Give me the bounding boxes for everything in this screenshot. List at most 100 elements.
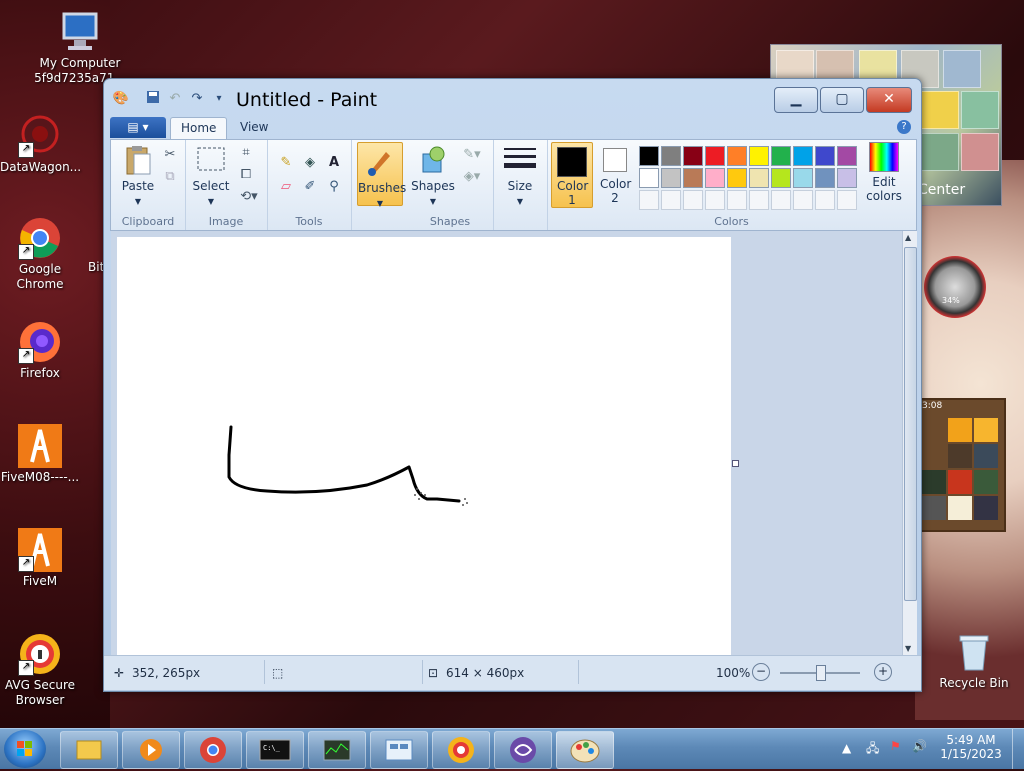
title-bar[interactable]: 🎨 ↶ ↷ ▾ Untitled - Paint ▁ ▢ ✕: [104, 79, 921, 121]
customize-qat-icon[interactable]: ▾: [210, 90, 228, 108]
palette-swatch[interactable]: [837, 146, 857, 166]
palette-swatch[interactable]: [793, 168, 813, 188]
palette-swatch[interactable]: [749, 168, 769, 188]
rotate-icon[interactable]: ⟲▾: [237, 188, 261, 206]
custom-color-slot[interactable]: [661, 190, 681, 210]
palette-swatch[interactable]: [837, 168, 857, 188]
action-center-icon[interactable]: ⚑: [890, 739, 901, 753]
desktop-icon-fivem08[interactable]: FiveM08----...: [0, 424, 80, 485]
start-button[interactable]: [4, 730, 46, 768]
select-button[interactable]: Select ▼: [191, 144, 231, 209]
color2-button[interactable]: Color 2: [595, 142, 635, 205]
palette-swatch[interactable]: [661, 168, 681, 188]
palette-swatch[interactable]: [705, 168, 725, 188]
palette-swatch[interactable]: [749, 146, 769, 166]
taskbar-media-player[interactable]: [122, 731, 180, 769]
palette-swatch[interactable]: [815, 146, 835, 166]
palette-swatch[interactable]: [683, 168, 703, 188]
cpu-meter-gadget[interactable]: [924, 256, 986, 318]
show-hidden-icons[interactable]: ▲: [842, 741, 851, 755]
custom-color-slot[interactable]: [727, 190, 747, 210]
palette-swatch[interactable]: [727, 168, 747, 188]
edit-colors-button[interactable]: Edit colors: [859, 142, 909, 203]
zoom-in-button[interactable]: +: [874, 663, 892, 681]
palette-swatch[interactable]: [815, 168, 835, 188]
desktop-icon-firefox[interactable]: ↗ Firefox: [0, 320, 80, 381]
close-button[interactable]: ✕: [866, 87, 912, 113]
custom-color-slot[interactable]: [815, 190, 835, 210]
vertical-scrollbar[interactable]: ▲ ▼: [902, 231, 917, 655]
custom-color-slot[interactable]: [705, 190, 725, 210]
scroll-down-icon[interactable]: ▼: [905, 644, 911, 653]
desktop-icon-recycle-bin[interactable]: Recycle Bin: [934, 630, 1014, 691]
copy-icon[interactable]: ⧉: [161, 168, 179, 186]
shapes-button[interactable]: Shapes ▼: [411, 144, 455, 209]
taskbar-paint[interactable]: [556, 731, 614, 769]
desktop-icon-chrome[interactable]: ↗ Google Chrome: [0, 216, 80, 292]
palette-swatch[interactable]: [771, 146, 791, 166]
magnifier-icon[interactable]: ⚲: [325, 178, 343, 196]
outline-icon[interactable]: ✎▾: [459, 146, 485, 164]
redo-icon[interactable]: ↷: [188, 90, 206, 108]
crop-icon[interactable]: ⌗: [237, 144, 255, 162]
canvas-resize-handle[interactable]: [732, 460, 739, 467]
desktop-icon-datawagon[interactable]: ↗ DataWagon...: [0, 114, 81, 175]
volume-icon[interactable]: 🔊: [912, 739, 927, 753]
brushes-button[interactable]: Brushes ▼: [357, 142, 406, 208]
resize-icon[interactable]: ⧠: [237, 166, 255, 184]
network-icon[interactable]: 🖧: [866, 739, 879, 760]
palette-swatch[interactable]: [683, 146, 703, 166]
color-picker-icon[interactable]: ✐: [301, 178, 319, 196]
taskbar-control-panel[interactable]: [370, 731, 428, 769]
palette-swatch[interactable]: [639, 168, 659, 188]
zoom-out-button[interactable]: −: [752, 663, 770, 681]
eraser-icon[interactable]: ▱: [277, 178, 295, 196]
paint-app-icon[interactable]: 🎨: [112, 90, 130, 108]
desktop-icon-avg-browser[interactable]: ↗ AVG Secure Browser: [0, 632, 80, 708]
help-icon[interactable]: ?: [897, 120, 911, 134]
taskbar-torrent[interactable]: [494, 731, 552, 769]
zoom-slider-thumb[interactable]: [816, 665, 826, 681]
scrollbar-thumb[interactable]: [904, 247, 917, 601]
fill-shape-icon[interactable]: ◈▾: [459, 168, 485, 186]
cut-icon[interactable]: ✂: [161, 146, 179, 164]
save-icon[interactable]: [144, 90, 162, 108]
show-desktop-button[interactable]: [1012, 729, 1024, 769]
custom-color-slot[interactable]: [837, 190, 857, 210]
desktop-icon-fivem[interactable]: ↗ FiveM: [0, 528, 80, 589]
taskbar-chrome[interactable]: [184, 731, 242, 769]
scroll-up-icon[interactable]: ▲: [905, 233, 911, 242]
file-menu-button[interactable]: ▤ ▾: [110, 117, 166, 138]
palette-swatch[interactable]: [771, 168, 791, 188]
tab-home[interactable]: Home: [170, 117, 228, 139]
custom-color-slot[interactable]: [771, 190, 791, 210]
tab-view[interactable]: View: [230, 117, 278, 138]
palette-swatch[interactable]: [639, 146, 659, 166]
picture-puzzle-gadget[interactable]: 3:08: [918, 398, 1006, 532]
paste-button[interactable]: Paste ▼: [117, 144, 159, 209]
paint-window[interactable]: 🎨 ↶ ↷ ▾ Untitled - Paint ▁ ▢ ✕ ▤ ▾ Home …: [103, 78, 922, 692]
drawing-canvas[interactable]: [117, 237, 731, 655]
palette-swatch[interactable]: [705, 146, 725, 166]
palette-swatch[interactable]: [727, 146, 747, 166]
desktop-icon-my-computer[interactable]: My Computer 5f9d7235a71...: [0, 10, 160, 86]
custom-color-slot[interactable]: [793, 190, 813, 210]
custom-color-slot[interactable]: [749, 190, 769, 210]
taskbar-avg-browser[interactable]: [432, 731, 490, 769]
text-icon[interactable]: A: [325, 154, 343, 172]
taskbar-explorer[interactable]: [60, 731, 118, 769]
custom-color-slot[interactable]: [683, 190, 703, 210]
minimize-button[interactable]: ▁: [774, 87, 818, 113]
canvas-area[interactable]: [111, 231, 902, 655]
pencil-icon[interactable]: ✎: [277, 154, 295, 172]
size-button[interactable]: Size ▼: [501, 144, 539, 209]
taskbar-task-manager[interactable]: [308, 731, 366, 769]
maximize-button[interactable]: ▢: [820, 87, 864, 113]
color1-button[interactable]: Color 1: [551, 142, 593, 208]
palette-swatch[interactable]: [661, 146, 681, 166]
undo-icon[interactable]: ↶: [166, 90, 184, 108]
taskbar-cmd[interactable]: C:\_: [246, 731, 304, 769]
system-clock[interactable]: 5:49 AM 1/15/2023: [938, 733, 1004, 761]
custom-color-slot[interactable]: [639, 190, 659, 210]
fill-icon[interactable]: ◈: [301, 154, 319, 172]
